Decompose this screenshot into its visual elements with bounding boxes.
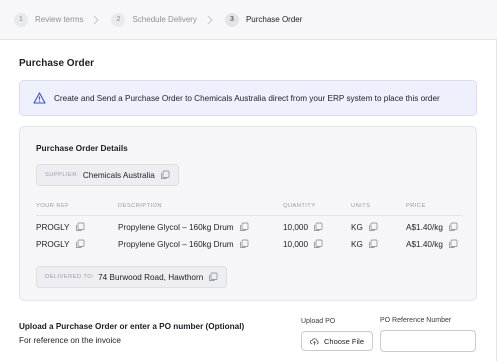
cell-description: Propylene Glycol – 160kg Drum <box>118 238 249 250</box>
choose-file-button[interactable]: Choose File <box>301 331 373 351</box>
quantity-text: 10,000 <box>283 239 309 249</box>
cell-units: KG <box>351 221 378 233</box>
cell-ref: PROGLY <box>36 238 85 250</box>
copy-icon[interactable] <box>368 239 378 249</box>
supplier-chip: SUPPLIER: Chemicals Australia <box>36 164 179 186</box>
copy-icon[interactable] <box>448 222 458 232</box>
price-text: A$1.40/kg <box>406 239 443 249</box>
checkout-stepper: 1 Review terms 2 Schedule Delivery 3 Pur… <box>0 0 497 40</box>
cell-quantity: 10,000 <box>283 221 323 233</box>
copy-icon[interactable] <box>239 222 249 232</box>
column-header-price: PRICE <box>406 203 426 209</box>
column-header-quantity: QUANTITY <box>283 203 316 209</box>
column-header-description: DESCRIPTION <box>118 203 163 209</box>
copy-icon[interactable] <box>75 239 85 249</box>
upload-section-title: Upload a Purchase Order or enter a PO nu… <box>19 322 245 331</box>
copy-icon[interactable] <box>75 222 85 232</box>
delivered-to-label: DELIVERED TO: <box>45 274 95 280</box>
cell-description: Propylene Glycol – 160kg Drum <box>118 221 249 233</box>
ref-text: PROGLY <box>36 239 70 249</box>
column-header-your-ref: YOUR REF <box>36 203 70 209</box>
po-reference-input[interactable] <box>380 330 476 352</box>
units-text: KG <box>351 222 363 232</box>
step-number: 2 <box>111 12 126 27</box>
column-header-units: UNITS <box>351 203 371 209</box>
warning-triangle-icon <box>33 92 46 104</box>
step-review-terms[interactable]: 1 Review terms <box>14 0 83 40</box>
step-purchase-order[interactable]: 3 Purchase Order <box>224 0 303 40</box>
step-number: 1 <box>14 12 28 27</box>
info-banner: Create and Send a Purchase Order to Chem… <box>19 80 477 116</box>
supplier-label: SUPPLIER: <box>45 172 79 178</box>
copy-icon[interactable] <box>313 222 323 232</box>
description-text: Propylene Glycol – 160kg Drum <box>118 239 234 249</box>
step-label: Purchase Order <box>245 15 303 24</box>
description-text: Propylene Glycol – 160kg Drum <box>118 222 234 232</box>
ref-text: PROGLY <box>36 222 70 232</box>
copy-icon[interactable] <box>239 239 249 249</box>
price-text: A$1.40/kg <box>406 222 443 232</box>
copy-icon[interactable] <box>160 170 170 180</box>
quantity-text: 10,000 <box>283 222 309 232</box>
copy-icon[interactable] <box>313 239 323 249</box>
page-title: Purchase Order <box>19 58 95 69</box>
table-divider <box>36 215 462 216</box>
banner-text: Create and Send a Purchase Order to Chem… <box>54 93 440 103</box>
chevron-right-icon <box>207 15 213 25</box>
delivered-to-chip: DELIVERED TO: 74 Burwood Road, Hawthorn <box>36 266 228 288</box>
supplier-value: Chemicals Australia <box>82 170 155 180</box>
delivered-to-value: 74 Burwood Road, Hawthorn <box>98 272 204 282</box>
step-label: Review terms <box>35 15 84 24</box>
copy-icon[interactable] <box>208 272 218 282</box>
step-number: 3 <box>224 12 239 27</box>
cell-price: A$1.40/kg <box>406 238 458 250</box>
upload-po-label: Upload PO <box>301 318 336 325</box>
upload-section-subtitle: For reference on the invoice <box>19 336 121 345</box>
po-reference-label: PO Reference Number <box>380 317 452 324</box>
step-label: Schedule Delivery <box>132 15 197 24</box>
copy-icon[interactable] <box>448 239 458 249</box>
cell-price: A$1.40/kg <box>406 221 458 233</box>
main-content: Purchase Order Create and Send a Purchas… <box>0 40 497 361</box>
choose-file-label: Choose File <box>323 336 365 346</box>
units-text: KG <box>351 239 363 249</box>
copy-icon[interactable] <box>368 222 378 232</box>
details-title: Purchase Order Details <box>36 143 128 153</box>
cloud-upload-icon <box>309 337 319 346</box>
step-schedule-delivery[interactable]: 2 Schedule Delivery <box>111 0 197 40</box>
purchase-order-details-panel: Purchase Order Details SUPPLIER: Chemica… <box>19 126 477 301</box>
cell-quantity: 10,000 <box>283 238 323 250</box>
cell-units: KG <box>351 238 378 250</box>
chevron-right-icon <box>93 15 100 25</box>
cell-ref: PROGLY <box>36 221 85 233</box>
